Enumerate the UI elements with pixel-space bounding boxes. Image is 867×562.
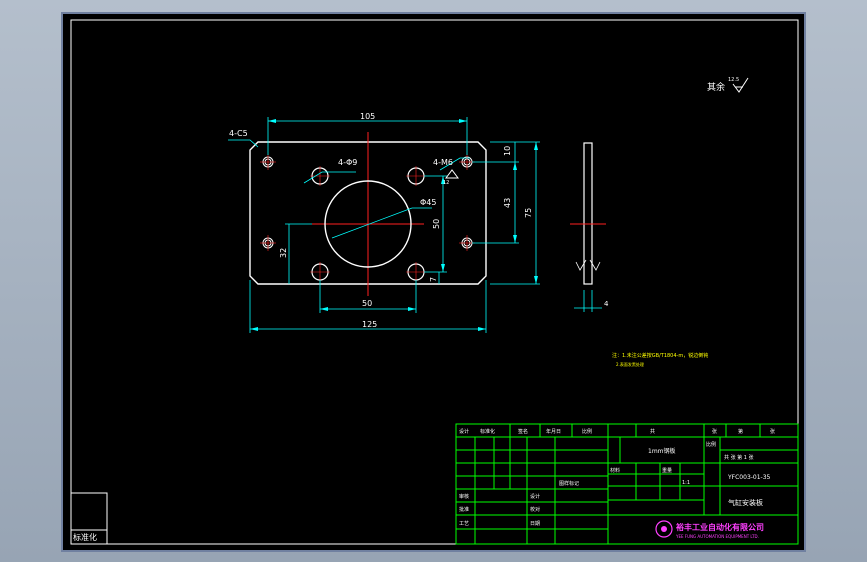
tb-sheet-label: 共 张 第 1 张 [724,454,754,461]
chamfer-label: 4-C5 [229,129,248,138]
side-thickness: 4 [604,300,609,308]
thread-depth: 12 [443,180,449,186]
tb-code-label: 图样标记 [559,480,579,487]
tb-header-cell: 共 [650,428,655,435]
tb-mid-label: 日期 [530,521,540,527]
tb-mid-label: 校对 [530,506,540,513]
note-line-2: 2.表面发黑处理 [616,361,644,367]
roughness-label: 其余 [707,81,725,93]
cad-viewport: 其余 12.5 105 50 125 4-C5 4-Φ9 4-M6 Φ45 12… [0,0,867,562]
dim-bottom-small: 7 [429,277,438,282]
tb-part-number: YFC003-01-35 [727,474,771,481]
hole-label-thread: 4-M6 [433,158,453,167]
tb-header-cell: 设计 [459,428,469,435]
hole-label-large: 4-Φ9 [338,158,357,167]
tb-left-label: 批准 [459,506,469,513]
company-name-cn: 裕丰工业自动化有限公司 [675,522,764,532]
roughness-value: 12.5 [728,77,739,83]
dim-top: 105 [360,112,375,121]
tb-left-label: 审核 [459,493,469,500]
tb-assembly-name: 气缸安装板 [728,498,763,507]
drawing-canvas: 其余 12.5 105 50 125 4-C5 4-Φ9 4-M6 Φ45 12… [61,12,806,552]
dim-right-mid: 43 [503,198,512,208]
tb-header-cell: 张 [712,428,717,435]
tb-scale-value: 1:1 [682,480,690,486]
tb-material-label: 材料 [610,467,620,474]
dim-overall: 125 [362,320,377,329]
tb-header-cell: 标准化 [480,428,495,435]
tb-header-cell: 第 [738,428,743,435]
dim-right-overall: 75 [524,208,533,218]
tb-header-cell: 比例 [582,428,592,435]
dim-right-small: 10 [503,146,512,156]
dim-left: 32 [279,248,288,258]
company-name-en: YEE FUNG AUTOMATION EQUIPMENT LTD. [675,534,759,539]
tb-mid-label: 设计 [530,493,540,500]
tb-weight-label: 重量 [662,467,672,474]
tb-header-cell: 年月日 [546,428,561,435]
stamp-label: 标准化 [73,532,97,542]
tb-left-label: 工艺 [459,521,469,527]
tb-header-cell: 签名 [518,428,528,435]
dim-center-v: 50 [432,219,441,229]
dim-bottom: 50 [362,299,372,308]
tb-part-name: 1mm钢板 [648,447,676,455]
note-line-1: 注：1.未注公差按GB/T1804-m，锐边倒钝 [612,352,708,359]
tb-scale-label: 比例 [706,441,716,448]
center-hole-label: Φ45 [420,198,436,207]
tb-header-cell: 张 [770,428,775,435]
